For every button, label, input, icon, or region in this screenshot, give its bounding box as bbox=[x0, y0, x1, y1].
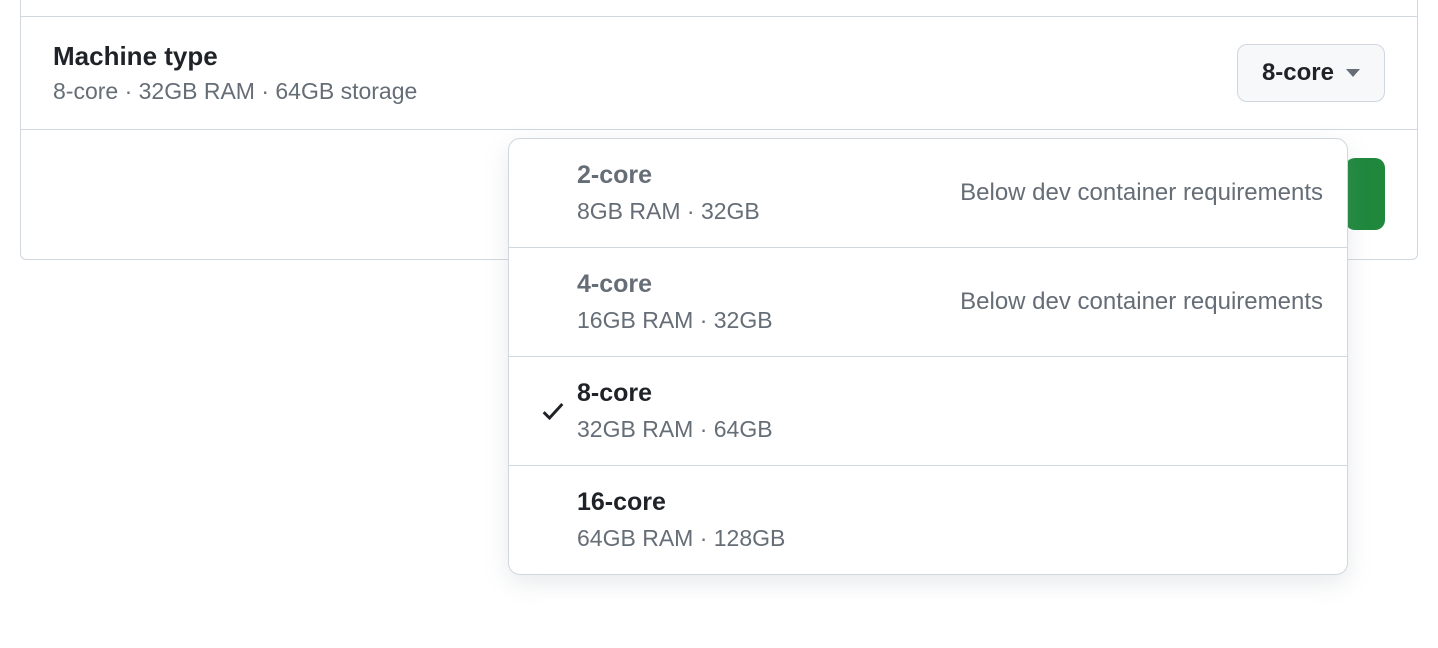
machine-type-dropdown: 2-core 8GB RAM · 32GB Below dev containe… bbox=[508, 138, 1348, 575]
option-note: Below dev container requirements bbox=[940, 179, 1323, 207]
option-sub: 8GB RAM · 32GB bbox=[577, 198, 940, 225]
panel-prev-row bbox=[21, 0, 1417, 16]
create-button[interactable] bbox=[1345, 158, 1385, 230]
check-slot bbox=[529, 397, 577, 425]
machine-type-summary: 8-core · 32GB RAM · 64GB storage bbox=[53, 78, 417, 105]
check-icon bbox=[539, 397, 567, 425]
machine-type-label-block: Machine type 8-core · 32GB RAM · 64GB st… bbox=[53, 41, 417, 105]
option-16-core[interactable]: 16-core 64GB RAM · 128GB bbox=[509, 465, 1347, 574]
machine-type-row: Machine type 8-core · 32GB RAM · 64GB st… bbox=[21, 16, 1417, 129]
option-title: 8-core bbox=[577, 379, 1303, 408]
option-4-core[interactable]: 4-core 16GB RAM · 32GB Below dev contain… bbox=[509, 247, 1347, 356]
machine-type-title: Machine type bbox=[53, 41, 417, 72]
option-note: Below dev container requirements bbox=[940, 288, 1323, 316]
option-sub: 32GB RAM · 64GB bbox=[577, 416, 1303, 443]
machine-type-selected-label: 8-core bbox=[1262, 59, 1334, 87]
option-sub: 16GB RAM · 32GB bbox=[577, 307, 940, 334]
option-2-core[interactable]: 2-core 8GB RAM · 32GB Below dev containe… bbox=[509, 139, 1347, 247]
option-title: 16-core bbox=[577, 488, 1303, 517]
option-title: 4-core bbox=[577, 270, 940, 299]
option-title: 2-core bbox=[577, 161, 940, 190]
option-sub: 64GB RAM · 128GB bbox=[577, 525, 1303, 552]
caret-down-icon bbox=[1346, 69, 1360, 77]
option-8-core[interactable]: 8-core 32GB RAM · 64GB bbox=[509, 356, 1347, 465]
machine-type-selector[interactable]: 8-core bbox=[1237, 44, 1385, 102]
